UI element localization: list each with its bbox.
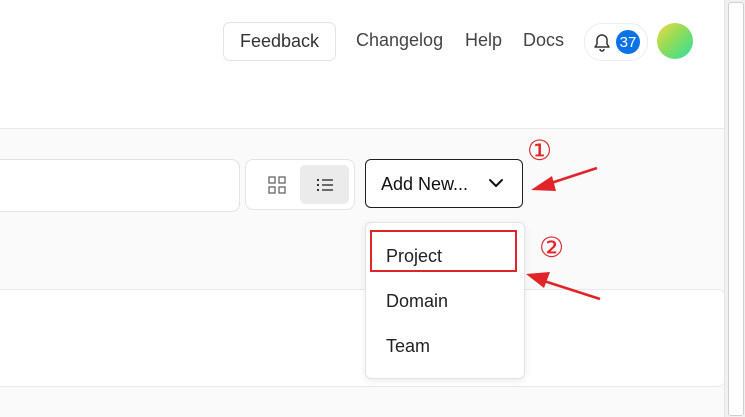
scrollbar-thumb[interactable] <box>728 2 744 416</box>
annotation-arrows <box>526 166 601 301</box>
arrow-to-project <box>526 272 601 301</box>
arrow-to-add-new <box>531 166 598 191</box>
vertical-scrollbar[interactable] <box>724 0 745 417</box>
